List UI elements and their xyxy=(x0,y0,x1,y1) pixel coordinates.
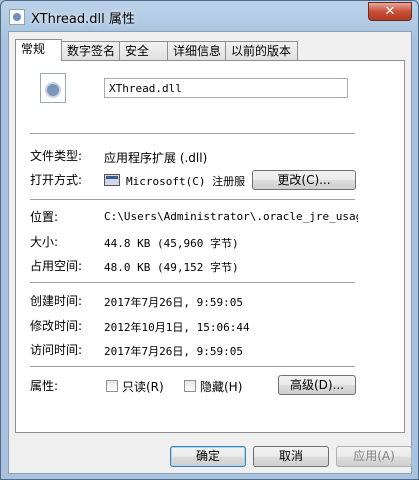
modified-value: 2012年10月1日, 15:06:44 xyxy=(104,321,250,334)
dll-file-icon xyxy=(9,9,25,25)
separator xyxy=(30,199,355,200)
window-title: XThread.dll 属性 xyxy=(31,12,135,27)
separator xyxy=(30,282,355,283)
cancel-button[interactable]: 取消 xyxy=(253,446,329,467)
advanced-button[interactable]: 高级(D)... xyxy=(278,375,356,395)
ok-button[interactable]: 确定 xyxy=(170,446,246,467)
title-bar[interactable]: XThread.dll 属性 ✕ xyxy=(1,1,418,31)
tab-security[interactable]: 安全 xyxy=(119,41,168,60)
separator xyxy=(30,366,355,367)
hidden-checkbox[interactable] xyxy=(184,380,196,392)
accessed-label: 访问时间: xyxy=(30,343,83,357)
created-label: 创建时间: xyxy=(30,294,83,308)
open-with-label: 打开方式: xyxy=(30,173,83,187)
file-type-label: 文件类型: xyxy=(30,149,83,163)
created-value: 2017年7月26日, 9:59:05 xyxy=(104,296,243,309)
separator xyxy=(30,133,355,134)
properties-window: XThread.dll 属性 ✕ 常规 数字签名 安全 详细信息 以前的版本 X… xyxy=(0,0,419,480)
readonly-label[interactable]: 只读(R) xyxy=(122,378,164,395)
location-value: C:\Users\Administrator\.oracle_jre_usage… xyxy=(104,210,358,223)
hidden-label[interactable]: 隐藏(H) xyxy=(200,378,242,395)
general-panel: XThread.dll 文件类型: 应用程序扩展 (.dll) 打开方式: Mi… xyxy=(15,60,405,433)
size-value: 44.8 KB (45,960 字节) xyxy=(104,237,239,250)
file-type-value: 应用程序扩展 (.dll) xyxy=(104,151,208,165)
file-name-field[interactable]: XThread.dll xyxy=(104,78,348,98)
tab-previous-versions[interactable]: 以前的版本 xyxy=(225,41,298,60)
accessed-value: 2017年7月26日, 9:59:05 xyxy=(104,345,243,358)
size-on-disk-value: 48.0 KB (49,152 字节) xyxy=(104,261,239,274)
tab-details[interactable]: 详细信息 xyxy=(167,41,226,60)
dialog-client: 常规 数字签名 安全 详细信息 以前的版本 XThread.dll 文件类型: … xyxy=(8,31,412,474)
change-button[interactable]: 更改(C)... xyxy=(252,170,356,190)
app-icon xyxy=(104,174,120,186)
modified-label: 修改时间: xyxy=(30,319,83,333)
open-with-value: Microsoft(C) 注册服 xyxy=(126,175,246,188)
readonly-checkbox[interactable] xyxy=(106,380,118,392)
dll-file-icon xyxy=(40,73,66,103)
attributes-label: 属性: xyxy=(30,379,59,393)
tab-digital-signatures[interactable]: 数字签名 xyxy=(61,41,120,60)
location-label: 位置: xyxy=(30,210,59,224)
size-on-disk-label: 占用空间: xyxy=(30,259,83,273)
apply-button[interactable]: 应用(A) xyxy=(336,446,412,467)
tab-general[interactable]: 常规 xyxy=(15,39,62,61)
close-button[interactable]: ✕ xyxy=(368,2,412,21)
size-label: 大小: xyxy=(30,235,59,249)
